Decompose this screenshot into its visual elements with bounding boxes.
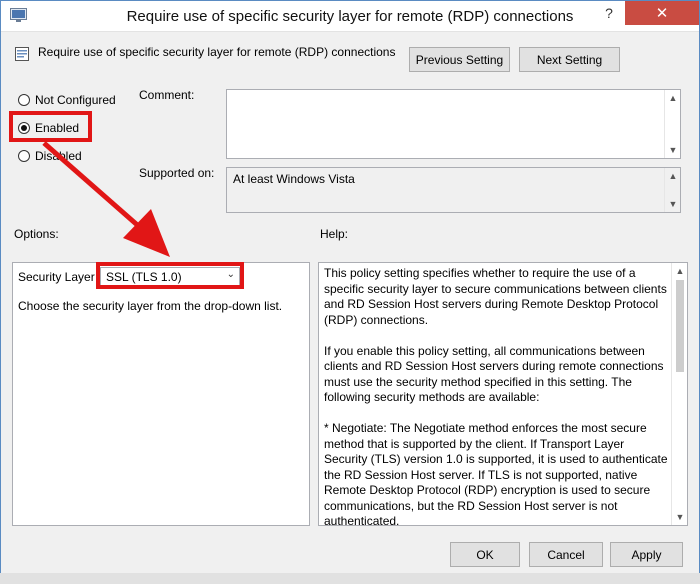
help-paragraph: If you enable this policy setting, all c… [324,343,664,405]
previous-setting-button[interactable]: Previous Setting [409,47,510,72]
next-setting-button[interactable]: Next Setting [519,47,620,72]
policy-setting-icon [15,47,29,61]
ok-button[interactable]: OK [450,542,520,567]
scroll-down-icon[interactable]: ▼ [672,509,688,525]
comment-scrollbar[interactable]: ▲ ▼ [664,90,680,158]
help-paragraph: * Negotiate: The Negotiate method enforc… [324,421,668,528]
window-title: Require use of specific security layer f… [126,8,574,25]
radio-circle [18,150,30,162]
help-panel: This policy setting specifies whether to… [318,262,688,528]
help-text: This policy setting specifies whether to… [324,266,668,545]
scrollbar-thumb[interactable] [676,280,684,372]
close-icon: ✕ [655,5,669,22]
radio-circle [18,94,30,106]
security-layer-label: Security Layer [18,270,95,284]
close-button[interactable]: ✕ [625,1,699,25]
radio-label-disabled: Disabled [35,149,82,163]
supported-scrollbar[interactable]: ▲ ▼ [664,168,680,212]
options-header: Options: [14,227,59,241]
help-header: Help: [320,227,349,241]
scroll-down-icon[interactable]: ▼ [665,142,681,158]
apply-button[interactable]: Apply [610,542,683,567]
comment-label: Comment: [139,88,195,102]
scroll-up-icon[interactable]: ▲ [672,263,688,279]
scroll-down-icon[interactable]: ▼ [665,196,681,212]
help-paragraph: This policy setting specifies whether to… [324,266,667,327]
scroll-up-icon[interactable]: ▲ [665,90,681,106]
supported-on-box: At least Windows Vista ▲ ▼ [226,167,681,213]
supported-on-value: At least Windows Vista [233,172,355,186]
security-layer-description: Choose the security layer from the drop-… [18,299,283,313]
title-bar: Require use of specific security layer f… [1,1,699,32]
scroll-up-icon[interactable]: ▲ [665,168,681,184]
enabled-highlight-box [9,111,92,142]
cancel-button[interactable]: Cancel [529,542,603,567]
policy-name-label: Require use of specific security layer f… [38,45,396,59]
bottom-strip [0,573,700,584]
supported-on-label: Supported on: [139,166,215,180]
policy-dialog-window: Require use of specific security layer f… [0,0,700,584]
help-scrollbar[interactable]: ▲ ▼ [671,263,687,525]
radio-disabled[interactable]: Disabled [18,149,82,163]
comment-textbox[interactable]: ▲ ▼ [226,89,681,159]
options-panel: Security Layer Choose the security layer… [12,262,310,526]
dropdown-highlight-box [96,262,244,289]
help-title-button[interactable]: ? [596,1,622,25]
radio-label-not-configured: Not Configured [35,93,116,107]
radio-not-configured[interactable]: Not Configured [18,93,116,107]
